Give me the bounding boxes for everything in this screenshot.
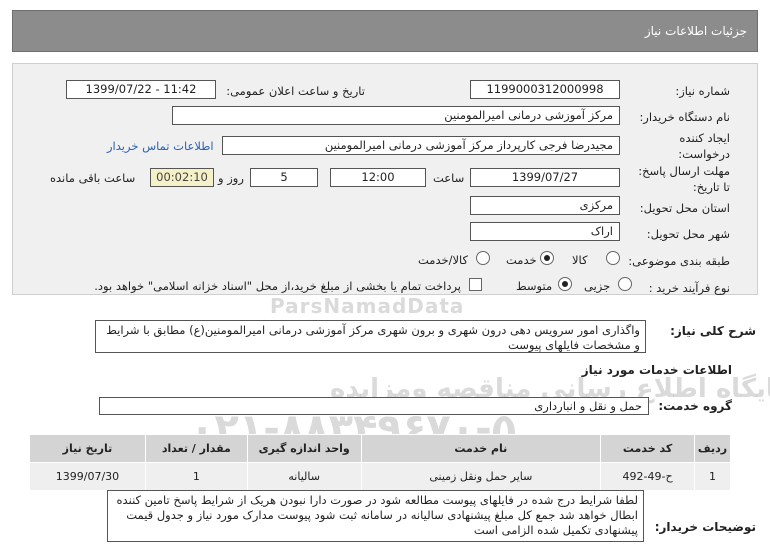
page-header: جزئیات اطلاعات نیاز — [12, 10, 758, 52]
page-title: جزئیات اطلاعات نیاز — [644, 24, 747, 38]
summary-text: واگذاری امور سرویس دهی درون شهری و برون … — [95, 320, 646, 353]
category-radio-service[interactable] — [540, 251, 554, 265]
announce-value: 1399/07/22 - 11:42 — [66, 80, 216, 99]
category-label: طبقه بندی موضوعی: — [628, 254, 730, 268]
treasury-note: پرداخت تمام یا بخشی از مبلغ خرید،از محل … — [94, 279, 461, 293]
category-option-goods: کالا — [572, 253, 588, 267]
need-number-value: 1199000312000998 — [470, 80, 620, 99]
watermark-brand: ParsNamadData — [270, 294, 465, 318]
process-option-minor: جزیی — [584, 279, 611, 293]
city-label: شهر محل تحویل: — [646, 227, 730, 241]
category-radio-goods[interactable] — [606, 251, 620, 265]
col-row: ردیف — [694, 434, 731, 463]
category-option-service: خدمت — [506, 253, 537, 267]
buyer-value: مرکز آموزشی درمانی امیرالمومنین — [172, 106, 620, 125]
buyer-notes-label: توضیحات خریدار: — [654, 520, 756, 534]
col-service-name: نام خدمت — [360, 434, 602, 463]
deadline-time: 12:00 — [330, 168, 426, 187]
process-radio-minor[interactable] — [618, 277, 632, 291]
city-value: اراک — [470, 222, 620, 241]
process-label: نوع فرآیند خرید : — [648, 281, 730, 295]
col-quantity: مقدار / تعداد — [144, 434, 248, 463]
services-table: ردیف کد خدمت نام خدمت واحد اندازه گیری م… — [29, 434, 731, 491]
days-value: 5 — [250, 168, 318, 187]
time-label: ساعت — [433, 171, 465, 185]
cell-service-code: ح-49-492 — [600, 462, 696, 491]
process-option-medium: متوسط — [516, 279, 553, 293]
services-section-title: اطلاعات خدمات مورد نیاز — [581, 363, 732, 377]
remaining-label: ساعت باقی مانده — [50, 171, 136, 185]
table-row: 1 ح-49-492 سایر حمل ونقل زمینی سالیانه 1… — [29, 462, 731, 491]
col-need-date: تاریخ نیاز — [29, 434, 146, 463]
days-label: روز و — [218, 171, 244, 185]
category-radio-goods-service[interactable] — [476, 251, 490, 265]
contact-buyer-link[interactable]: اطلاعات تماس خریدار — [107, 139, 214, 153]
treasury-checkbox[interactable] — [469, 278, 482, 291]
service-group-label: گروه خدمت: — [658, 399, 732, 413]
cell-need-date: 1399/07/30 — [29, 462, 146, 491]
col-service-code: کد خدمت — [600, 434, 696, 463]
table-header-row: ردیف کد خدمت نام خدمت واحد اندازه گیری م… — [29, 434, 731, 463]
province-value: مرکزی — [470, 196, 620, 215]
deadline-label: مهلت ارسال پاسخ: تا تاریخ: — [638, 164, 730, 194]
province-label: استان محل تحویل: — [639, 201, 730, 215]
announce-label: تاریخ و ساعت اعلان عمومی: — [226, 84, 365, 98]
creator-value: مجیدرضا فرجی کارپرداز مرکز آموزشی درمانی… — [222, 136, 620, 155]
cell-row: 1 — [694, 462, 731, 491]
col-unit: واحد اندازه گیری — [246, 434, 362, 463]
cell-quantity: 1 — [144, 462, 248, 491]
process-radio-medium[interactable] — [558, 277, 572, 291]
buyer-label: نام دستگاه خریدار: — [639, 110, 730, 124]
need-number-label: شماره نیاز: — [675, 84, 730, 98]
cell-unit: سالیانه — [246, 462, 362, 491]
cell-service-name: سایر حمل ونقل زمینی — [360, 462, 602, 491]
remaining-timer: 00:02:10 — [150, 168, 214, 187]
service-group-value: حمل و نقل و انبارداری — [99, 397, 649, 415]
creator-label: ایجاد کننده درخواست: — [678, 131, 730, 161]
buyer-notes-text: لطفا شرایط درج شده در فایلهای پیوست مطال… — [107, 490, 644, 542]
deadline-date: 1399/07/27 — [470, 168, 620, 187]
summary-label: شرح کلی نیاز: — [670, 324, 756, 338]
category-option-goods-service: کالا/خدمت — [418, 253, 469, 267]
